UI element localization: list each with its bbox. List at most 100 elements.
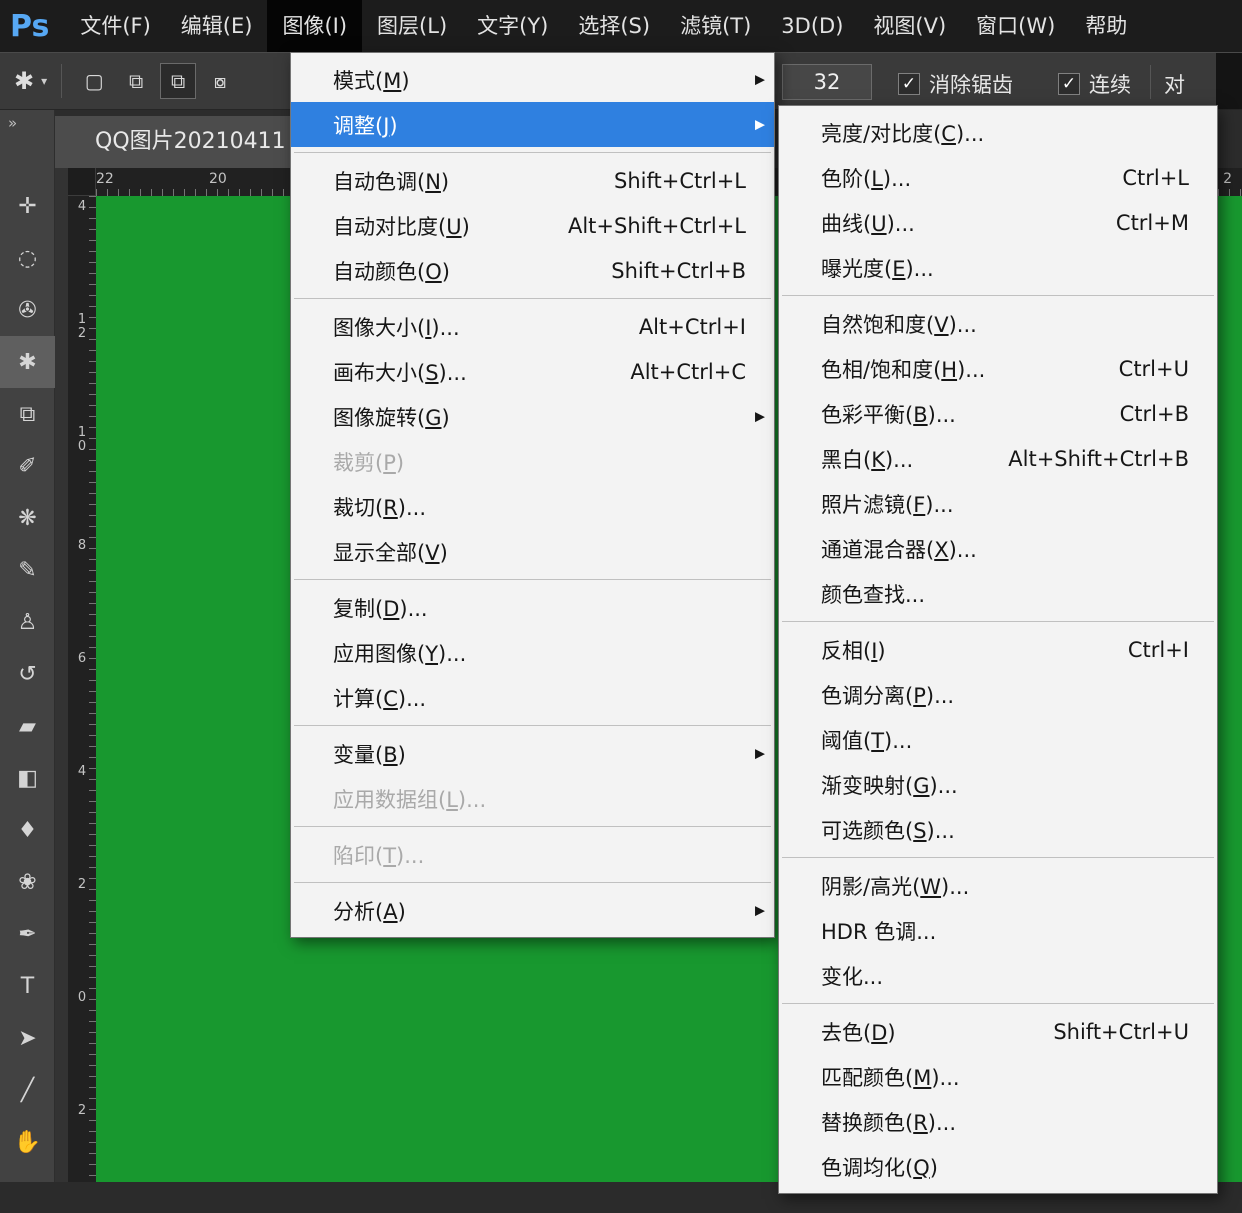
elliptical-marquee-tool[interactable]: ◌ <box>0 232 55 284</box>
panel-corner-block <box>1216 53 1242 109</box>
menu-item-mode[interactable]: 模式(M) ▶ <box>291 57 774 102</box>
tool-icon: ➤ <box>18 1026 36 1051</box>
selection-new-button[interactable]: ▢ <box>76 63 112 99</box>
tolerance-input[interactable]: 32 <box>782 64 872 100</box>
submenu-item-channel-mixer[interactable]: 通道混合器(X)... <box>779 526 1217 571</box>
menu-item-image-rotation[interactable]: 图像旋转(G) ▶ <box>291 394 774 439</box>
history-brush-tool[interactable]: ↺ <box>0 648 55 700</box>
menu-item-analysis[interactable]: 分析(A) ▶ <box>291 888 774 933</box>
tool-icon: ↺ <box>18 662 36 687</box>
crop-tool[interactable]: ⧉ <box>0 388 55 440</box>
submenu-item-black-white[interactable]: 黑白(K)... Alt+Shift+Ctrl+B <box>779 436 1217 481</box>
pen-tool[interactable]: ✒ <box>0 908 55 960</box>
menubar-item-select[interactable]: 选择(S) <box>563 0 665 52</box>
menubar-item-layer[interactable]: 图层(L) <box>362 0 462 52</box>
ruler-number: 2 <box>1223 171 1232 187</box>
submenu-item-brightness-contrast[interactable]: 亮度/对比度(C)... <box>779 110 1217 155</box>
path-selection-tool[interactable]: ➤ <box>0 1012 55 1064</box>
submenu-item-curves[interactable]: 曲线(U)... Ctrl+M <box>779 200 1217 245</box>
menu-separator <box>294 579 771 580</box>
menu-item-image-size[interactable]: 图像大小(I)... Alt+Ctrl+I <box>291 304 774 349</box>
antialias-checkbox[interactable]: ✓ 消除锯齿 <box>898 69 1013 99</box>
submenu-item-photo-filter[interactable]: 照片滤镜(F)... <box>779 481 1217 526</box>
menu-item-reveal-all[interactable]: 显示全部(V) <box>291 529 774 574</box>
move-tool[interactable]: ✛ <box>0 180 55 232</box>
submenu-item-match-color[interactable]: 匹配颜色(M)... <box>779 1054 1217 1099</box>
menu-item-variables[interactable]: 变量(B) ▶ <box>291 731 774 776</box>
menubar-item-help[interactable]: 帮助 <box>1070 0 1142 52</box>
magic-wand-tool[interactable]: ✱ <box>0 336 55 388</box>
menu-item-apply-image[interactable]: 应用图像(Y)... <box>291 630 774 675</box>
menubar-item-view[interactable]: 视图(V) <box>858 0 961 52</box>
submenu-item-hue-saturation[interactable]: 色相/饱和度(H)... Ctrl+U <box>779 346 1217 391</box>
menubar-item-file[interactable]: 文件(F) <box>65 0 165 52</box>
menu-shortcut: Ctrl+M <box>1116 211 1205 235</box>
submenu-item-vibrance[interactable]: 自然饱和度(V)... <box>779 301 1217 346</box>
selection-add-button[interactable]: ⧉ <box>118 63 154 99</box>
menu-shortcut: Alt+Ctrl+C <box>630 360 762 384</box>
menubar-item-type[interactable]: 文字(Y) <box>462 0 563 52</box>
submenu-item-levels[interactable]: 色阶(L)... Ctrl+L <box>779 155 1217 200</box>
brush-tool[interactable]: ✎ <box>0 544 55 596</box>
blur-tool[interactable]: ♦ <box>0 804 55 856</box>
submenu-item-variations[interactable]: 变化... <box>779 953 1217 998</box>
submenu-item-replace-color[interactable]: 替换颜色(R)... <box>779 1099 1217 1144</box>
menu-item-duplicate[interactable]: 复制(D)... <box>291 585 774 630</box>
menu-item-auto-color[interactable]: 自动颜色(O) Shift+Ctrl+B <box>291 248 774 293</box>
lasso-tool[interactable]: ✇ <box>0 284 55 336</box>
clone-stamp-tool[interactable]: ♙ <box>0 596 55 648</box>
menu-separator <box>782 857 1214 858</box>
ruler-number: 10 <box>68 422 96 535</box>
submenu-item-gradient-map[interactable]: 渐变映射(G)... <box>779 762 1217 807</box>
ruler-number: 8 <box>68 535 96 648</box>
tool-icon: ▰ <box>19 714 36 739</box>
gradient-tool[interactable]: ◧ <box>0 752 55 804</box>
eraser-tool[interactable]: ▰ <box>0 700 55 752</box>
menu-shortcut: Shift+Ctrl+B <box>611 259 762 283</box>
menu-item-calculations[interactable]: 计算(C)... <box>291 675 774 720</box>
type-tool[interactable]: T <box>0 960 55 1012</box>
submenu-item-hdr-toning[interactable]: HDR 色调... <box>779 908 1217 953</box>
magic-wand-icon: ✱ <box>14 67 34 95</box>
menubar-item-filter[interactable]: 滤镜(T) <box>665 0 766 52</box>
vertical-ruler[interactable]: 41210864202 <box>68 196 96 1182</box>
menu-shortcut: Alt+Shift+Ctrl+B <box>1008 447 1205 471</box>
collapse-panel-button[interactable]: » <box>0 110 54 136</box>
menubar-item-window[interactable]: 窗口(W) <box>961 0 1070 52</box>
tool-icon: ✱ <box>18 350 36 375</box>
hand-tool[interactable]: ✋ <box>0 1116 55 1168</box>
tool-preset-button[interactable]: ✱ ▾ <box>14 67 47 95</box>
menubar-item-edit[interactable]: 编辑(E) <box>166 0 268 52</box>
submenu-item-desaturate[interactable]: 去色(D) Shift+Ctrl+U <box>779 1009 1217 1054</box>
menubar-item-image[interactable]: 图像(I) <box>267 0 362 52</box>
selection-intersect-button[interactable]: ⧇ <box>202 63 238 99</box>
tool-icon: T <box>21 974 34 999</box>
menu-item-trim[interactable]: 裁切(R)... <box>291 484 774 529</box>
submenu-item-invert[interactable]: 反相(I) Ctrl+I <box>779 627 1217 672</box>
dodge-tool[interactable]: ❀ <box>0 856 55 908</box>
submenu-arrow-icon: ▶ <box>755 409 765 424</box>
menu-item-auto-tone[interactable]: 自动色调(N) Shift+Ctrl+L <box>291 158 774 203</box>
sample-all-layers-checkbox[interactable]: 对 <box>1164 69 1185 99</box>
submenu-item-threshold[interactable]: 阈值(T)... <box>779 717 1217 762</box>
submenu-item-exposure[interactable]: 曝光度(E)... <box>779 245 1217 290</box>
submenu-item-equalize[interactable]: 色调均化(Q) <box>779 1144 1217 1189</box>
menubar-item-3d[interactable]: 3D(D) <box>766 0 858 52</box>
submenu-item-selective-color[interactable]: 可选颜色(S)... <box>779 807 1217 852</box>
selection-mode-icon: ▢ <box>85 69 104 93</box>
menu-item-adjustments[interactable]: 调整(J) ▶ <box>291 102 774 147</box>
ruler-number: 2 <box>68 874 96 987</box>
menu-item-trap: 陷印(T)... <box>291 832 774 877</box>
submenu-item-shadows-highlights[interactable]: 阴影/高光(W)... <box>779 863 1217 908</box>
menu-item-auto-contrast[interactable]: 自动对比度(U) Alt+Shift+Ctrl+L <box>291 203 774 248</box>
submenu-item-color-lookup[interactable]: 颜色查找... <box>779 571 1217 616</box>
selection-subtract-button[interactable]: ⧉ <box>160 63 196 99</box>
menu-item-canvas-size[interactable]: 画布大小(S)... Alt+Ctrl+C <box>291 349 774 394</box>
submenu-item-color-balance[interactable]: 色彩平衡(B)... Ctrl+B <box>779 391 1217 436</box>
submenu-item-posterize[interactable]: 色调分离(P)... <box>779 672 1217 717</box>
line-tool[interactable]: ╱ <box>0 1064 55 1116</box>
menu-separator <box>782 295 1214 296</box>
spot-healing-brush-tool[interactable]: ❋ <box>0 492 55 544</box>
eyedropper-tool[interactable]: ✐ <box>0 440 55 492</box>
contiguous-checkbox[interactable]: ✓ 连续 <box>1058 69 1131 99</box>
